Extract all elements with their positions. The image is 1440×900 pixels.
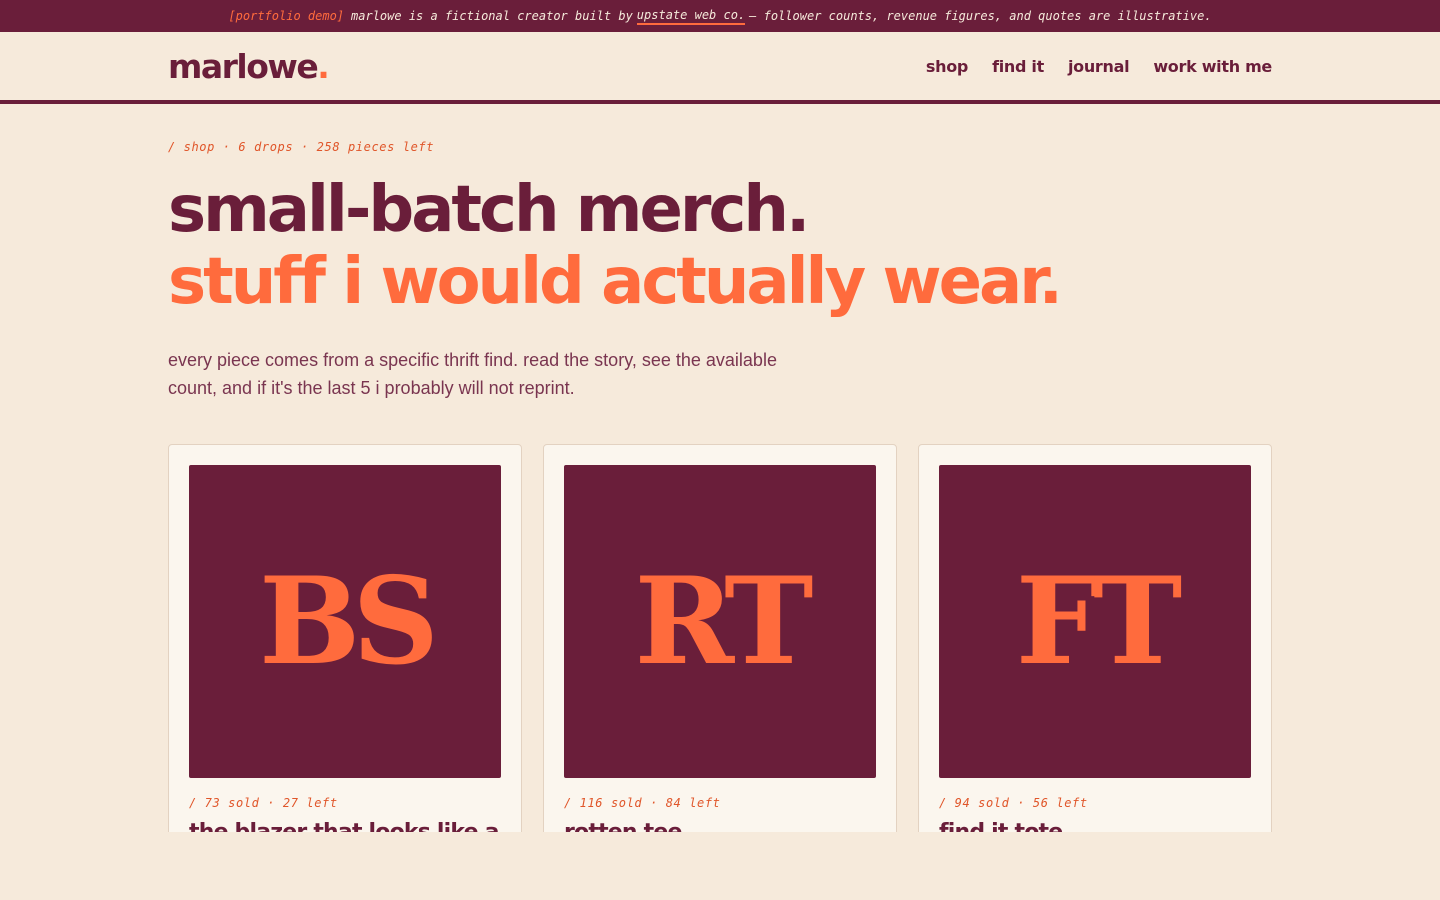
title-line-2: stuff i would actually wear.	[168, 245, 1063, 319]
product-stock: / 73 sold · 27 left	[189, 796, 338, 810]
product-stock: / 94 sold · 56 left	[939, 796, 1088, 810]
product-initials: FT	[1015, 551, 1182, 692]
site-logo[interactable]: marlowe.	[168, 46, 330, 86]
banner-text: marlowe is a fictional creator built by	[351, 9, 633, 23]
shop-main: / shop · 6 drops · 258 pieces left small…	[0, 140, 1440, 832]
banner-disclaimer: — follower counts, revenue figures, and …	[749, 9, 1212, 23]
page-title: small-batch merch. stuff i would actuall…	[168, 174, 1272, 318]
nav-shop[interactable]: shop	[926, 57, 968, 76]
product-grid: BS / 73 sold · 27 left the blazer that l…	[168, 444, 1272, 832]
breadcrumb: / shop · 6 drops · 258 pieces left	[168, 140, 435, 154]
nav-work-with-me[interactable]: work with me	[1153, 57, 1272, 76]
nav-journal[interactable]: journal	[1068, 57, 1130, 76]
demo-banner: [portfolio demo] marlowe is a fictional …	[0, 0, 1440, 32]
nav-find-it[interactable]: find it	[992, 57, 1044, 76]
logo-dot: .	[317, 46, 330, 86]
logo-text: marlowe	[168, 46, 319, 86]
page-subtitle: every piece comes from a specific thrift…	[168, 350, 777, 398]
product-title[interactable]: the blazer that looks like a	[189, 820, 501, 832]
banner-tag: [portfolio demo]	[228, 9, 345, 23]
product-initials: RT	[634, 551, 814, 692]
product-card[interactable]: RT / 116 sold · 84 left rotten tee	[543, 444, 897, 832]
site-header: marlowe. shop find it journal work with …	[0, 32, 1440, 104]
product-title[interactable]: rotten tee	[564, 820, 876, 832]
product-image[interactable]: BS	[189, 465, 501, 778]
main-nav: shop find it journal work with me	[926, 57, 1272, 76]
title-line-1: small-batch merch.	[168, 173, 810, 247]
product-image[interactable]: RT	[564, 465, 876, 778]
banner-link[interactable]: upstate web co.	[636, 8, 746, 25]
product-card[interactable]: FT / 94 sold · 56 left find it tote	[918, 444, 1272, 832]
product-title[interactable]: find it tote	[939, 820, 1251, 832]
product-image[interactable]: FT	[939, 465, 1251, 778]
product-card[interactable]: BS / 73 sold · 27 left the blazer that l…	[168, 444, 522, 832]
product-stock: / 116 sold · 84 left	[564, 796, 721, 810]
product-initials: BS	[258, 551, 439, 692]
